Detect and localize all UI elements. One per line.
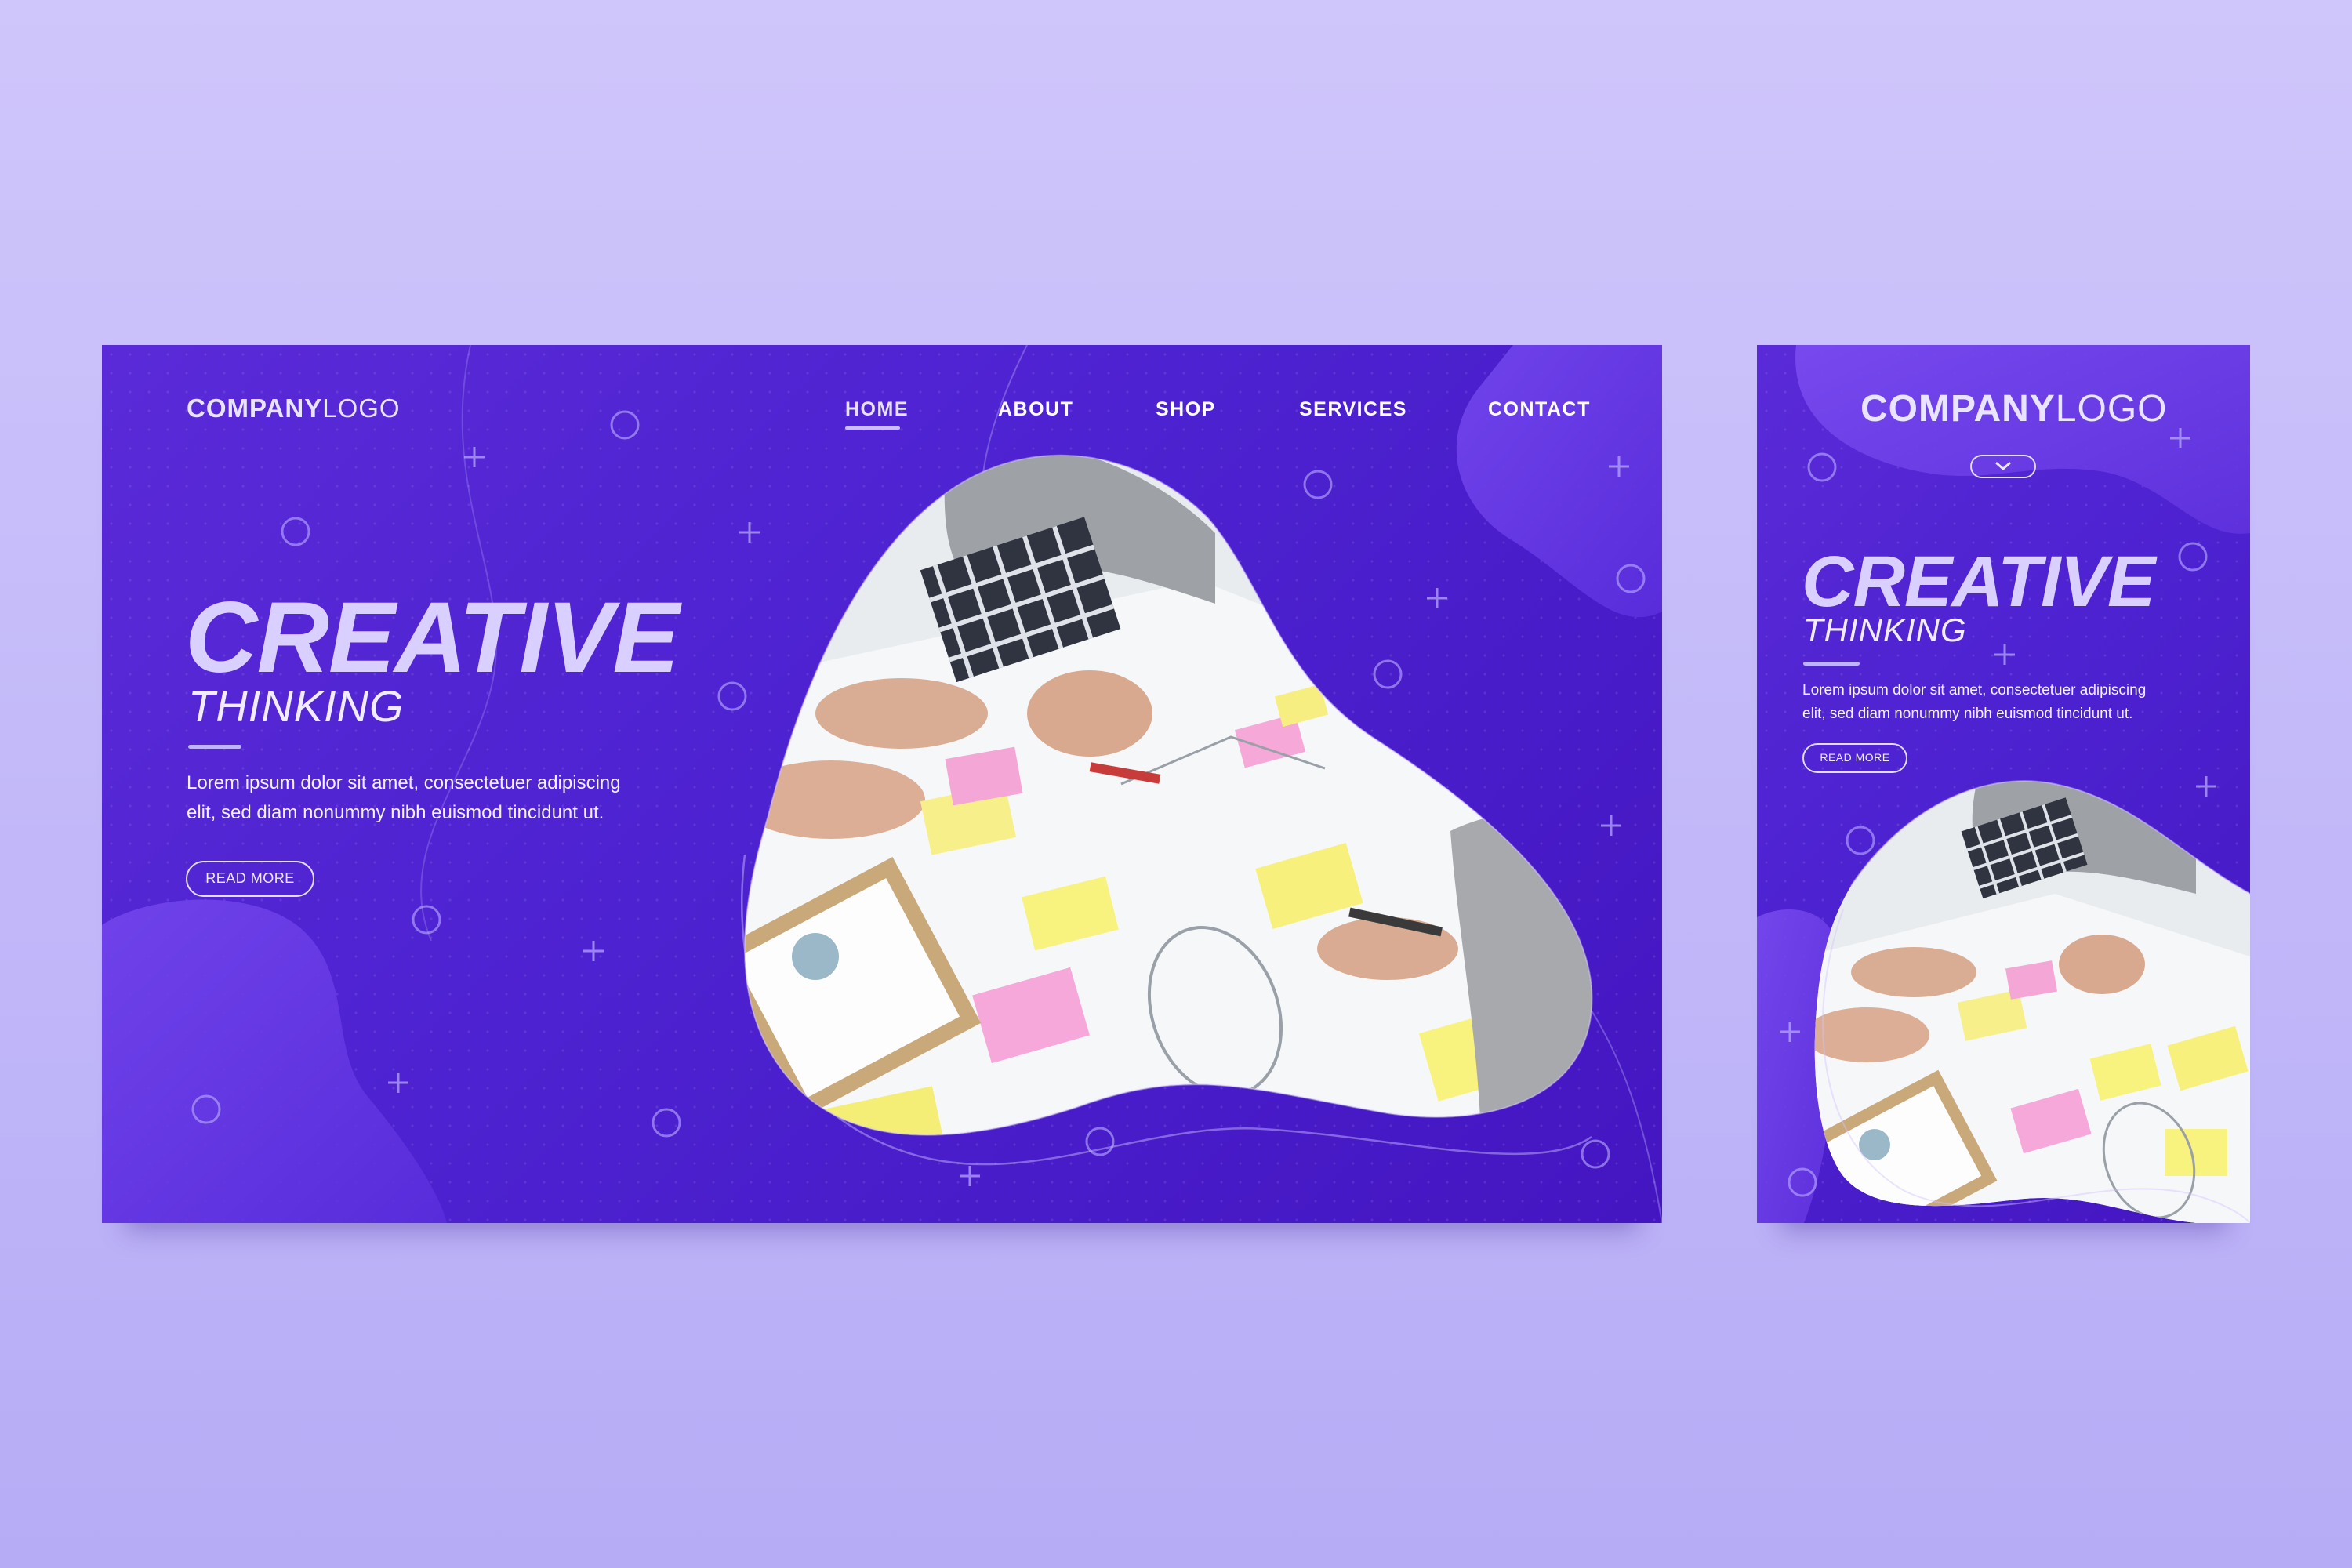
- desktop-landing-page: COMPANYLOGO HOME ABOUT SHOP SERVICES CON…: [102, 345, 1662, 1223]
- nav-services[interactable]: SERVICES: [1299, 398, 1407, 421]
- chevron-down-icon: [1995, 462, 2011, 470]
- nav-home[interactable]: HOME: [845, 398, 909, 421]
- mobile-landing-page: COMPANYLOGO CREATIVE THINKING Lorem ipsu…: [1757, 345, 2250, 1223]
- company-logo[interactable]: COMPANYLOGO: [1860, 387, 2167, 430]
- nav-shop[interactable]: SHOP: [1156, 398, 1216, 421]
- brainstorm-photo: [745, 455, 1592, 1135]
- corner-blob-bottom: [102, 899, 447, 1223]
- hero-subtitle: THINKING: [1803, 612, 1967, 648]
- corner-blob: [1456, 345, 1662, 618]
- logo-light: LOGO: [322, 394, 401, 423]
- nav-about[interactable]: ABOUT: [998, 398, 1073, 421]
- menu-toggle-button[interactable]: [1970, 455, 2036, 478]
- hero-divider: [1803, 662, 1860, 666]
- hero-title: CREATIVE: [185, 582, 680, 694]
- company-logo[interactable]: COMPANYLOGO: [187, 394, 401, 423]
- brainstorm-photo: [1814, 781, 2250, 1223]
- hero-description-line: Lorem ipsum dolor sit amet, consectetuer…: [1802, 682, 2147, 699]
- logo-bold: COMPANY: [1860, 388, 2056, 430]
- logo-light: LOGO: [2055, 388, 2168, 430]
- read-more-button[interactable]: READ MORE: [1802, 743, 1907, 773]
- logo-bold: COMPANY: [187, 394, 323, 423]
- hero-description-line: elit, sed diam nonummy nibh euismod tinc…: [187, 802, 604, 824]
- hero-description-line: Lorem ipsum dolor sit amet, consectetuer…: [187, 772, 621, 793]
- hero-subtitle: THINKING: [188, 681, 405, 731]
- nav-contact[interactable]: CONTACT: [1488, 398, 1591, 421]
- hero-description-line: elit, sed diam nonummy nibh euismod tinc…: [1802, 706, 2133, 723]
- read-more-button[interactable]: READ MORE: [186, 861, 314, 897]
- nav-active-indicator: [845, 426, 900, 430]
- hero-divider: [188, 745, 241, 749]
- hero-description: Lorem ipsum dolor sit amet, consectetuer…: [1802, 679, 2226, 727]
- hero-description: Lorem ipsum dolor sit amet, consectetuer…: [187, 768, 688, 829]
